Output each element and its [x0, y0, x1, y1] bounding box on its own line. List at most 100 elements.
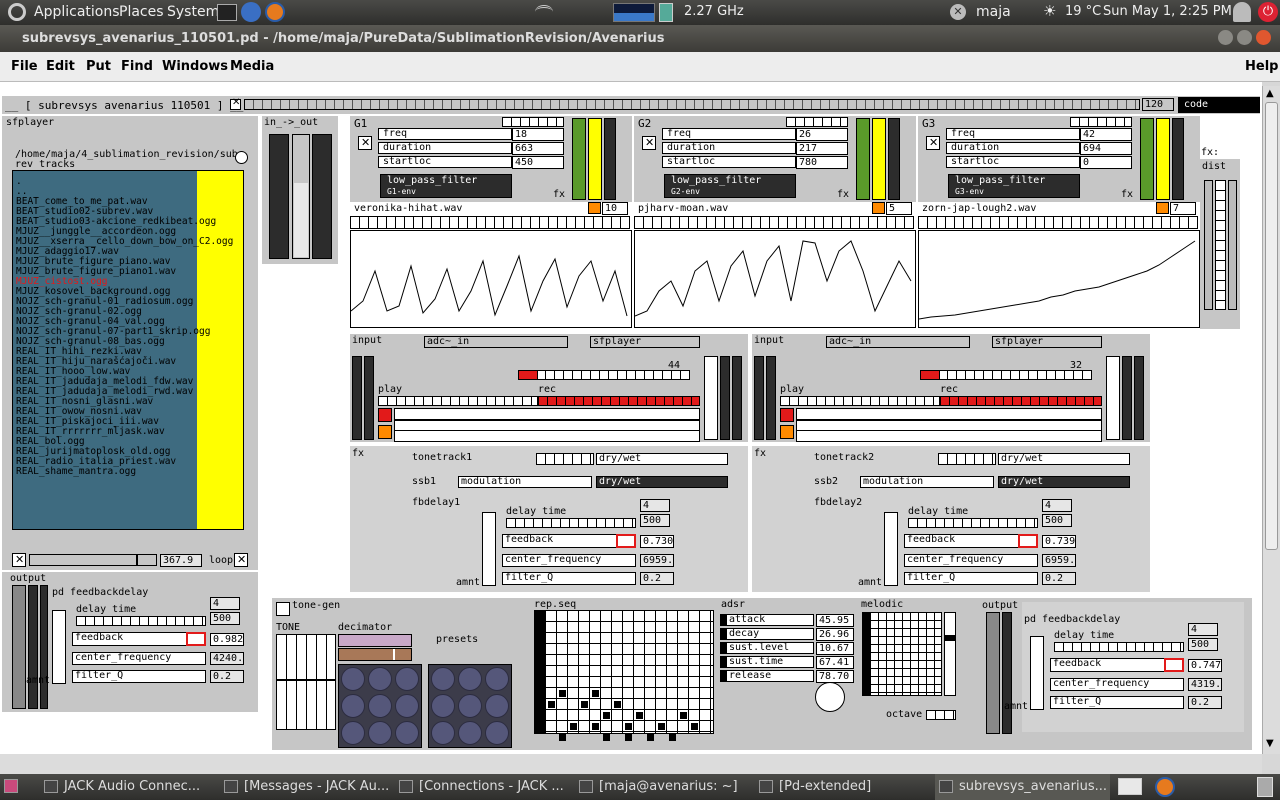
- file-item[interactable]: REAL_shame_mantra.ogg: [16, 467, 233, 477]
- granulator-duration-value[interactable]: 217: [796, 142, 848, 155]
- clock[interactable]: Sun May 1, 2:25 PM: [1103, 4, 1232, 19]
- taskbar-item[interactable]: [Pd-extended]: [755, 774, 930, 800]
- tonetrack-drywet[interactable]: dry/wet: [596, 453, 728, 465]
- adsr-value[interactable]: 10.67: [816, 642, 854, 655]
- looper-rec-radio[interactable]: [940, 396, 1102, 406]
- menu-help[interactable]: Help: [1245, 59, 1278, 74]
- sfplayer-position[interactable]: 367.9: [160, 554, 202, 567]
- workspace-switcher[interactable]: [1118, 778, 1142, 795]
- header-slider[interactable]: [244, 99, 1140, 110]
- file-items[interactable]: ... BEAT_come_to_me_pat.wav BEAT_studio02-…: [16, 177, 233, 477]
- granulator-toggle[interactable]: ✕: [642, 136, 656, 150]
- file-item[interactable]: .: [16, 177, 233, 187]
- granulator-bang[interactable]: [588, 202, 601, 214]
- granulator-freq-slider[interactable]: freq: [378, 128, 512, 140]
- center-frequency-value[interactable]: 4240.: [210, 652, 244, 665]
- looper-adc-slider[interactable]: adc~_in: [424, 336, 568, 348]
- delay-time-value[interactable]: 4: [210, 597, 240, 610]
- looper-step-radio[interactable]: [518, 370, 690, 380]
- looper-step-radio[interactable]: [920, 370, 1092, 380]
- show-desktop-icon[interactable]: [4, 779, 18, 793]
- system-menu[interactable]: System: [167, 4, 219, 20]
- fbdelay-amnt-slider[interactable]: [482, 512, 496, 586]
- looper-rec-radio[interactable]: [538, 396, 700, 406]
- preset-pad[interactable]: [458, 667, 482, 691]
- ubuntu-logo-icon[interactable]: [8, 3, 26, 21]
- loop-toggle[interactable]: ✕: [234, 553, 248, 567]
- firefox-icon[interactable]: [265, 2, 285, 22]
- ssb-drywet[interactable]: dry/wet: [596, 476, 728, 488]
- preset-pad[interactable]: [485, 694, 509, 718]
- looper-adc-slider[interactable]: adc~_in: [826, 336, 970, 348]
- preset-pad[interactable]: [368, 721, 392, 745]
- granulator-mode-radio[interactable]: [1070, 117, 1132, 127]
- feedback-value[interactable]: 0.739: [1042, 535, 1076, 548]
- preset-pad[interactable]: [341, 721, 365, 745]
- repseq-step[interactable]: [691, 723, 698, 730]
- maximize-button[interactable]: [1237, 30, 1252, 45]
- preset-pad[interactable]: [485, 721, 509, 745]
- menu-edit[interactable]: Edit: [46, 59, 75, 74]
- dist-meter-2[interactable]: [1215, 180, 1226, 310]
- repseq-step[interactable]: [680, 712, 687, 719]
- granulator-startloc-value[interactable]: 0: [1080, 156, 1132, 169]
- granulator-startloc-slider[interactable]: startloc: [378, 156, 512, 168]
- granulator-mode-radio[interactable]: [502, 117, 564, 127]
- filter-q-slider[interactable]: filter_Q: [1050, 696, 1184, 709]
- fbdelay-amnt-slider[interactable]: [52, 610, 66, 684]
- filter-q-value[interactable]: 0.2: [1042, 572, 1076, 585]
- window-titlebar[interactable]: subrevsys_avenarius_110501.pd - /home/ma…: [0, 25, 1280, 52]
- decimator-slider-2[interactable]: [338, 648, 412, 661]
- center-frequency-value[interactable]: 4319.: [1188, 678, 1222, 691]
- octave-selector[interactable]: [926, 710, 956, 720]
- filter-q-value[interactable]: 0.2: [1188, 696, 1222, 709]
- sfplayer-position-slider[interactable]: [29, 554, 157, 566]
- preset-pad[interactable]: [395, 667, 419, 691]
- center-frequency-slider[interactable]: center_frequency: [1050, 678, 1184, 691]
- delay-time-ms[interactable]: 500: [210, 612, 240, 625]
- granulator-count[interactable]: 7: [1170, 202, 1196, 215]
- filter-q-value[interactable]: 0.2: [640, 572, 674, 585]
- adsr-value[interactable]: 78.70: [816, 670, 854, 683]
- delay-time-radio[interactable]: [506, 518, 636, 528]
- delay-time-value[interactable]: 4: [640, 499, 670, 512]
- adsr-slider[interactable]: attack: [726, 614, 814, 626]
- preset-pad[interactable]: [431, 667, 455, 691]
- ssb-drywet[interactable]: dry/wet: [998, 476, 1130, 488]
- taskbar-item[interactable]: subrevsys_avenarius...: [935, 774, 1110, 800]
- granulator-count[interactable]: 10: [602, 202, 628, 215]
- ssb-modulation[interactable]: modulation: [458, 476, 592, 488]
- granulator-startloc-value[interactable]: 450: [512, 156, 564, 169]
- granulator-freq-value[interactable]: 42: [1080, 128, 1132, 141]
- patch-canvas[interactable]: __ [ subrevsys avenarius 110501 ] __ ✕ 1…: [0, 82, 1262, 754]
- granulator-toggle[interactable]: ✕: [926, 136, 940, 150]
- in-out-fader[interactable]: [292, 134, 310, 259]
- tonetrack-radio[interactable]: [536, 453, 594, 465]
- repseq-step[interactable]: [603, 734, 610, 741]
- granulator-startloc-slider[interactable]: startloc: [662, 156, 796, 168]
- cpu-frequency[interactable]: 2.27 GHz: [684, 4, 744, 19]
- granulator-position-radio[interactable]: [350, 216, 630, 229]
- granulator-toggle[interactable]: ✕: [358, 136, 372, 150]
- granulator-freq-slider[interactable]: freq: [662, 128, 796, 140]
- vertical-scrollbar[interactable]: ▲ ▼: [1262, 86, 1280, 754]
- delay-time-radio[interactable]: [1054, 642, 1184, 652]
- menu-find[interactable]: Find: [121, 59, 153, 74]
- header-toggle[interactable]: ✕: [230, 97, 241, 110]
- scroll-thumb[interactable]: [1265, 102, 1278, 550]
- adsr-slider[interactable]: release: [726, 670, 814, 682]
- looper-sf-slider[interactable]: sfplayer: [992, 336, 1102, 348]
- repseq-step[interactable]: [636, 712, 643, 719]
- repseq-step[interactable]: [625, 723, 632, 730]
- delay-time-radio[interactable]: [76, 616, 206, 626]
- repseq-step[interactable]: [548, 701, 555, 708]
- file-list[interactable]: ... BEAT_come_to_me_pat.wav BEAT_studio02-…: [12, 170, 244, 530]
- granulator-freq-value[interactable]: 18: [512, 128, 564, 141]
- preset-pad[interactable]: [431, 694, 455, 718]
- preset-pad[interactable]: [431, 721, 455, 745]
- filter-q-slider[interactable]: filter_Q: [72, 670, 206, 683]
- adsr-slider[interactable]: decay: [726, 628, 814, 640]
- delay-time-ms[interactable]: 500: [1042, 514, 1072, 527]
- delay-time-radio[interactable]: [908, 518, 1038, 528]
- adsr-bang[interactable]: [815, 682, 845, 712]
